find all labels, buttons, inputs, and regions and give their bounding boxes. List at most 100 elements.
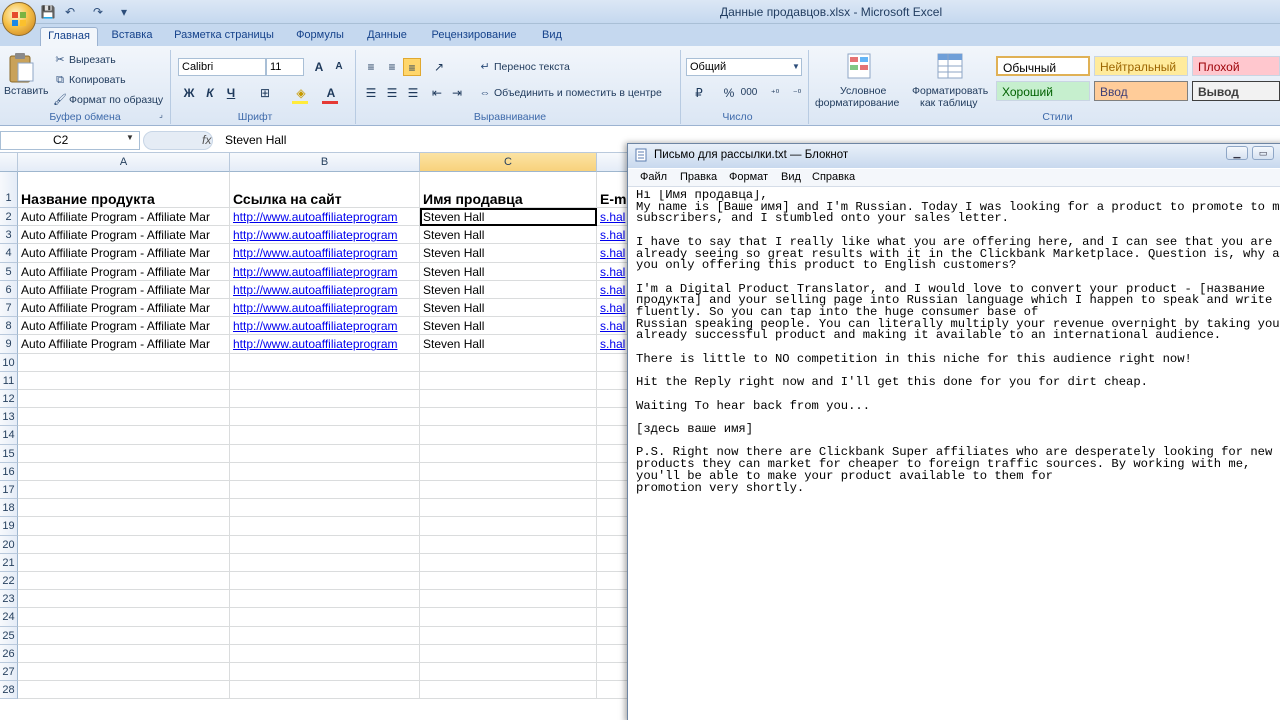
align-bottom-icon[interactable]: ≡ — [403, 58, 421, 76]
empty-cell[interactable] — [597, 517, 630, 536]
thousands-button[interactable]: 000 — [738, 84, 760, 102]
empty-cell[interactable] — [420, 590, 597, 609]
cell-email[interactable]: s.hal — [597, 226, 630, 245]
number-format-select[interactable]: Общий — [686, 58, 802, 76]
row-header-22[interactable]: 22 — [0, 572, 18, 591]
chevron-down-icon[interactable]: ▼ — [788, 59, 804, 75]
row-header-1[interactable]: 1 — [0, 172, 18, 208]
empty-cell[interactable] — [597, 553, 630, 572]
wrap-text-button[interactable]: Перенос текста — [494, 61, 570, 73]
cell-seller-name[interactable]: Steven Hall — [420, 208, 597, 227]
cell-seller-name[interactable]: Steven Hall — [420, 335, 597, 354]
cell-product-name[interactable]: Auto Affiliate Program - Affiliate Mar — [18, 226, 230, 245]
empty-cell[interactable] — [18, 553, 230, 572]
cell-email[interactable]: s.hal — [597, 299, 630, 318]
row-header-10[interactable]: 10 — [0, 353, 18, 372]
empty-cell[interactable] — [18, 590, 230, 609]
format-as-table-icon[interactable] — [936, 52, 966, 82]
empty-cell[interactable] — [18, 426, 230, 445]
empty-cell[interactable] — [597, 681, 630, 700]
dialog-launcher-icon[interactable]: ⌟ — [156, 110, 166, 120]
empty-cell[interactable] — [420, 644, 597, 663]
cell-product-name[interactable]: Auto Affiliate Program - Affiliate Mar — [18, 317, 230, 336]
row-header-18[interactable]: 18 — [0, 499, 18, 518]
cell-site-link[interactable]: http://www.autoaffiliateprogram — [230, 335, 420, 354]
empty-cell[interactable] — [18, 481, 230, 500]
cell-product-name[interactable]: Auto Affiliate Program - Affiliate Mar — [18, 299, 230, 318]
menu-file[interactable]: Файл — [640, 171, 667, 183]
cell-product-name[interactable]: Auto Affiliate Program - Affiliate Mar — [18, 335, 230, 354]
empty-cell[interactable] — [18, 444, 230, 463]
header-seller-name[interactable]: Имя продавца — [420, 172, 597, 208]
cut-button[interactable]: Вырезать — [69, 54, 116, 66]
empty-cell[interactable] — [230, 408, 420, 427]
cell-email[interactable]: s.hal — [597, 317, 630, 336]
menu-view[interactable]: Вид — [781, 171, 801, 183]
paste-button[interactable] — [6, 52, 40, 84]
empty-cell[interactable] — [18, 608, 230, 627]
cell-email[interactable]: s.hal — [597, 208, 630, 227]
column-header-a[interactable]: A — [18, 153, 230, 172]
format-painter-button[interactable]: Формат по образцу — [69, 94, 163, 106]
empty-cell[interactable] — [597, 481, 630, 500]
empty-cell[interactable] — [230, 481, 420, 500]
empty-cell[interactable] — [597, 626, 630, 645]
cell-seller-name[interactable]: Steven Hall — [420, 299, 597, 318]
row-header-28[interactable]: 28 — [0, 681, 18, 700]
tab-insert[interactable]: Вставка — [106, 27, 158, 46]
empty-cell[interactable] — [597, 590, 630, 609]
tab-data[interactable]: Данные — [360, 27, 414, 46]
row-header-13[interactable]: 13 — [0, 408, 18, 427]
cell-site-link[interactable]: http://www.autoaffiliateprogram — [230, 280, 420, 299]
menu-edit[interactable]: Правка — [680, 171, 717, 183]
percent-button[interactable]: % — [720, 84, 738, 102]
empty-cell[interactable] — [597, 663, 630, 682]
empty-cell[interactable] — [18, 535, 230, 554]
empty-cell[interactable] — [420, 681, 597, 700]
empty-cell[interactable] — [230, 626, 420, 645]
row-header-11[interactable]: 11 — [0, 371, 18, 390]
row-header-3[interactable]: 3 — [0, 226, 18, 245]
decrease-decimal-icon[interactable]: ⁻⁰ — [788, 84, 806, 102]
cell-site-link[interactable]: http://www.autoaffiliateprogram — [230, 262, 420, 281]
maximize-icon[interactable]: ▭ — [1252, 146, 1274, 160]
row-header-17[interactable]: 17 — [0, 481, 18, 500]
empty-cell[interactable] — [597, 462, 630, 481]
empty-cell[interactable] — [420, 553, 597, 572]
font-name-select[interactable]: Calibri — [178, 58, 266, 76]
header-product-name[interactable]: Название продукта — [18, 172, 230, 208]
empty-cell[interactable] — [18, 408, 230, 427]
row-header-4[interactable]: 4 — [0, 244, 18, 263]
cell-site-link[interactable]: http://www.autoaffiliateprogram — [230, 299, 420, 318]
empty-cell[interactable] — [420, 444, 597, 463]
row-header-24[interactable]: 24 — [0, 608, 18, 627]
row-header-20[interactable]: 20 — [0, 535, 18, 554]
qat-customize-icon[interactable]: ▾ — [116, 4, 132, 20]
row-header-16[interactable]: 16 — [0, 462, 18, 481]
tab-home[interactable]: Главная — [40, 27, 98, 46]
empty-cell[interactable] — [18, 462, 230, 481]
style-input[interactable]: Ввод — [1094, 81, 1188, 101]
empty-cell[interactable] — [420, 390, 597, 409]
conditional-format-icon[interactable] — [846, 52, 874, 82]
style-neutral[interactable]: Нейтральный — [1094, 56, 1188, 76]
cell-seller-name[interactable]: Steven Hall — [420, 280, 597, 299]
empty-cell[interactable] — [230, 572, 420, 591]
empty-cell[interactable] — [597, 353, 630, 372]
cell-site-link[interactable]: http://www.autoaffiliateprogram — [230, 226, 420, 245]
empty-cell[interactable] — [230, 535, 420, 554]
row-header-14[interactable]: 14 — [0, 426, 18, 445]
cell-product-name[interactable]: Auto Affiliate Program - Affiliate Mar — [18, 280, 230, 299]
empty-cell[interactable] — [230, 390, 420, 409]
cell-product-name[interactable]: Auto Affiliate Program - Affiliate Mar — [18, 208, 230, 227]
save-icon[interactable]: 💾 — [40, 4, 56, 20]
office-button[interactable] — [2, 2, 36, 36]
empty-cell[interactable] — [230, 371, 420, 390]
bold-button[interactable]: Ж — [180, 84, 198, 102]
grow-font-icon[interactable]: A — [310, 58, 328, 76]
empty-cell[interactable] — [18, 681, 230, 700]
cell-seller-name[interactable]: Steven Hall — [420, 226, 597, 245]
row-header-9[interactable]: 9 — [0, 335, 18, 354]
empty-cell[interactable] — [597, 444, 630, 463]
cell-product-name[interactable]: Auto Affiliate Program - Affiliate Mar — [18, 244, 230, 263]
